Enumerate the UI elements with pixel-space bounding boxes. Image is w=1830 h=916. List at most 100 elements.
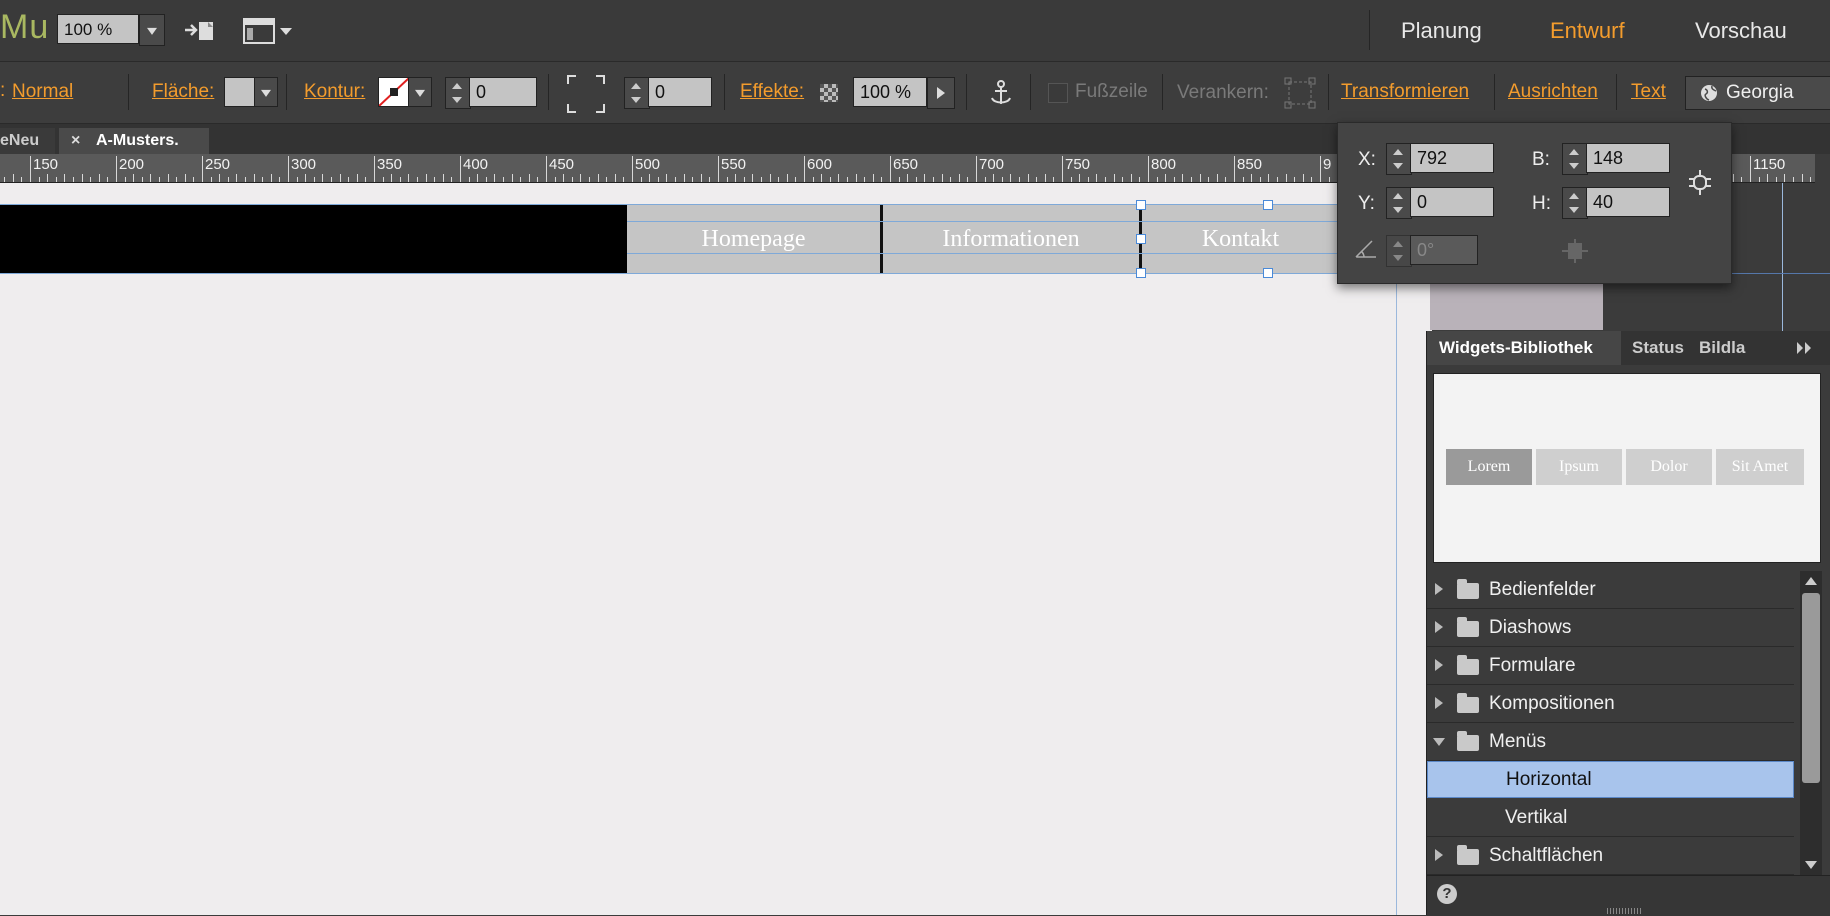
export-page-icon[interactable]	[183, 18, 219, 44]
x-stepper[interactable]	[1386, 143, 1412, 175]
nav-planung[interactable]: Planung	[1401, 18, 1482, 44]
corner-radius-input[interactable]: 0	[648, 77, 712, 107]
tree-label: Kompositionen	[1489, 693, 1615, 714]
ruler-tick	[279, 177, 281, 182]
ruler-tick	[477, 174, 479, 182]
tree-scrollbar[interactable]	[1800, 571, 1822, 875]
expand-icon[interactable]	[1435, 621, 1443, 633]
ruler-tick	[1268, 174, 1270, 182]
collapse-icon[interactable]	[1433, 738, 1445, 746]
font-select[interactable]: Georgia	[1685, 76, 1830, 110]
selection-handle[interactable]	[1263, 200, 1273, 210]
y-input[interactable]: 0	[1410, 187, 1494, 217]
header-black-bar[interactable]	[0, 205, 627, 273]
ruler-label: 150	[33, 156, 59, 173]
ruler-tick	[872, 174, 874, 182]
corner-stepper[interactable]	[624, 77, 650, 109]
scroll-up-icon[interactable]	[1805, 577, 1817, 585]
ruler-tick	[580, 174, 582, 182]
divider	[1162, 74, 1163, 110]
tree-row-menues[interactable]: Menüs	[1427, 723, 1794, 761]
selection-handle[interactable]	[1136, 200, 1146, 210]
fill-dropdown-icon[interactable]	[254, 77, 278, 107]
screen-mode-icon[interactable]	[242, 16, 296, 46]
ruler-tick	[1234, 156, 1235, 182]
x-input[interactable]: 792	[1410, 143, 1494, 173]
tree-row-formulare[interactable]: Formulare	[1427, 647, 1794, 685]
stroke-width-input[interactable]: 0	[469, 77, 537, 107]
selection-handle[interactable]	[1263, 268, 1273, 278]
ruler-tick	[1285, 174, 1287, 182]
ruler-tick	[1173, 177, 1175, 182]
selection-handle[interactable]	[1136, 234, 1146, 244]
ruler-tick	[546, 156, 547, 182]
anchor-grid-icon[interactable]	[1283, 76, 1317, 110]
ruler-tick	[520, 177, 522, 182]
help-icon[interactable]: ?	[1437, 884, 1457, 904]
tree-row-diashows[interactable]: Diashows	[1427, 609, 1794, 647]
opacity-arrow-icon[interactable]	[927, 77, 955, 109]
tree-row-bedienfelder[interactable]: Bedienfelder	[1427, 571, 1794, 609]
ruler-tick	[683, 174, 685, 182]
width-input[interactable]: 148	[1586, 143, 1670, 173]
ruler-tick	[692, 177, 694, 182]
text-link[interactable]: Text	[1631, 81, 1666, 103]
style-link[interactable]: Normal	[12, 81, 73, 103]
menu-item-homepage[interactable]: Homepage	[627, 205, 880, 273]
tab-eneu[interactable]: eNeu	[0, 128, 55, 154]
scrollbar-thumb[interactable]	[1802, 593, 1820, 783]
stroke-label[interactable]: Kontur:	[304, 81, 365, 103]
stroke-stepper[interactable]	[445, 77, 471, 109]
anchor-icon[interactable]	[988, 78, 1014, 108]
height-input[interactable]: 40	[1586, 187, 1670, 217]
fill-label[interactable]: Fläche:	[152, 81, 214, 103]
stroke-none-swatch-icon[interactable]	[378, 77, 410, 107]
nav-vorschau[interactable]: Vorschau	[1695, 18, 1787, 44]
menu-item-kontakt[interactable]: Kontakt	[1142, 205, 1339, 273]
tab-status[interactable]: Status	[1632, 338, 1684, 358]
tab-a-musters[interactable]: × A-Musters.	[59, 128, 209, 154]
effects-label[interactable]: Effekte:	[740, 81, 804, 103]
panel-expand-icon[interactable]	[1795, 340, 1815, 356]
stroke-dropdown-icon[interactable]	[408, 77, 432, 107]
ruler-tick	[159, 177, 160, 182]
tab-bildlauf[interactable]: Bildla	[1699, 338, 1755, 358]
horizontal-menu-widget[interactable]: Homepage Informationen Kontakt	[627, 200, 1339, 278]
ruler-tick	[1096, 174, 1098, 182]
y-stepper[interactable]	[1386, 187, 1412, 219]
footer-checkbox[interactable]	[1048, 83, 1068, 103]
scroll-down-icon[interactable]	[1805, 861, 1817, 869]
b-stepper[interactable]	[1562, 143, 1588, 175]
tree-row-kompositionen[interactable]: Kompositionen	[1427, 685, 1794, 723]
fill-swatch[interactable]	[224, 77, 256, 107]
control-bar: : Normal Fläche: Kontur: 0 0 Effekte: 10…	[0, 62, 1830, 124]
resize-grip-icon[interactable]	[1607, 908, 1643, 914]
zoom-input[interactable]: 100 %	[57, 14, 139, 44]
ruler-tick	[1156, 177, 1158, 182]
menu-item-informationen[interactable]: Informationen	[883, 205, 1139, 273]
ruler-tick	[503, 177, 504, 182]
tree-row-horizontal[interactable]: Horizontal	[1427, 761, 1794, 798]
tree-row-vertikal[interactable]: Vertikal	[1427, 799, 1794, 837]
expand-icon[interactable]	[1435, 697, 1443, 709]
rotation-input: 0°	[1410, 235, 1478, 265]
nav-entwurf[interactable]: Entwurf	[1550, 18, 1625, 44]
tab-close-icon[interactable]: ×	[71, 128, 80, 154]
divider	[724, 74, 725, 110]
ruler-tick	[55, 177, 57, 182]
zoom-dropdown-icon[interactable]	[139, 14, 165, 46]
tab-widgets-library[interactable]: Widgets-Bibliothek	[1439, 338, 1593, 358]
ruler-tick	[494, 174, 496, 182]
constrain-proportions-icon[interactable]	[1687, 167, 1713, 197]
expand-icon[interactable]	[1435, 659, 1443, 671]
expand-icon[interactable]	[1435, 583, 1443, 595]
anchor-label: Verankern:	[1177, 82, 1269, 103]
selection-handle[interactable]	[1136, 268, 1146, 278]
tree-row-schaltflaechen[interactable]: Schaltflächen	[1427, 837, 1794, 875]
opacity-input[interactable]: 100 %	[853, 77, 927, 107]
transform-link[interactable]: Transformieren	[1341, 81, 1469, 103]
divider	[1494, 74, 1495, 110]
align-link[interactable]: Ausrichten	[1508, 81, 1598, 103]
h-stepper[interactable]	[1562, 187, 1588, 219]
expand-icon[interactable]	[1435, 849, 1443, 861]
